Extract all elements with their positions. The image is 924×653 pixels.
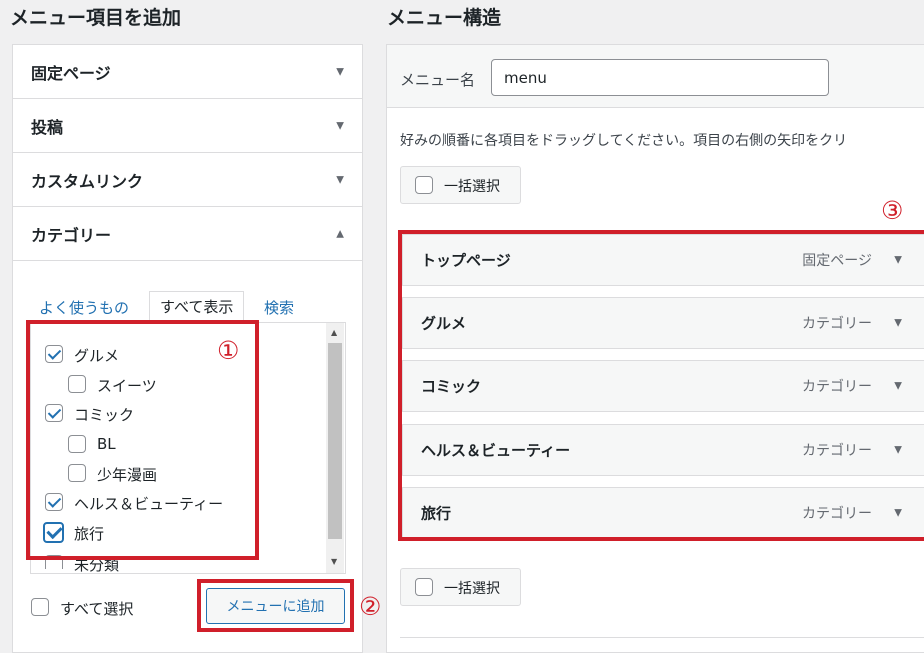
chevron-down-icon[interactable]: ▼ xyxy=(336,174,344,185)
bulk-select-checkbox[interactable] xyxy=(415,176,433,194)
bulk-select-bottom[interactable]: 一括選択 xyxy=(400,568,521,606)
tab-most-used[interactable]: よく使うもの xyxy=(39,297,129,318)
accordion-posts[interactable]: 投稿 ▼ xyxy=(13,99,362,153)
tab-view-all[interactable]: すべて表示 xyxy=(149,291,245,322)
bulk-select-label: 一括選択 xyxy=(444,581,500,597)
accordion-custom-links[interactable]: カスタムリンク ▼ xyxy=(13,153,362,207)
menu-structure-heading: メニュー構造 xyxy=(387,7,502,29)
scroll-up-icon[interactable]: ▲ xyxy=(331,328,337,337)
annotation-number-1: ① xyxy=(217,336,240,365)
divider xyxy=(400,637,924,638)
accordion-categories[interactable]: カテゴリー ▲ xyxy=(13,207,362,261)
annotation-number-3: ③ xyxy=(881,196,904,225)
menu-name-label: メニュー名 xyxy=(400,71,476,89)
select-all-label: すべて選択 xyxy=(60,600,134,618)
drag-instructions: 好みの順番に各項目をドラッグしてください。項目の右側の矢印をクリ xyxy=(400,133,848,149)
accordion-posts-label: 投稿 xyxy=(31,117,64,137)
menu-name-input[interactable]: menu xyxy=(491,59,829,96)
chevron-down-icon[interactable]: ▼ xyxy=(336,120,344,131)
add-menu-items-heading: メニュー項目を追加 xyxy=(10,7,182,29)
bulk-select-checkbox[interactable] xyxy=(415,578,433,596)
annotation-box-menu-items xyxy=(398,230,924,541)
annotation-number-2: ② xyxy=(359,592,382,621)
chevron-up-icon[interactable]: ▲ xyxy=(336,228,344,239)
scroll-down-icon[interactable]: ▼ xyxy=(331,557,337,566)
bulk-select-top[interactable]: 一括選択 xyxy=(400,166,521,204)
accordion-pages-label: 固定ページ xyxy=(31,63,111,83)
select-all-checkbox[interactable] xyxy=(31,598,49,616)
accordion-categories-label: カテゴリー xyxy=(31,225,112,245)
tab-search[interactable]: 検索 xyxy=(264,297,294,318)
chevron-down-icon[interactable]: ▼ xyxy=(336,66,344,77)
checklist-scroll-thumb[interactable] xyxy=(328,343,342,539)
bulk-select-label: 一括選択 xyxy=(444,179,500,195)
accordion-custom-links-label: カスタムリンク xyxy=(31,171,144,191)
annotation-box-add-button xyxy=(197,579,354,632)
accordion-pages[interactable]: 固定ページ ▼ xyxy=(13,45,362,99)
